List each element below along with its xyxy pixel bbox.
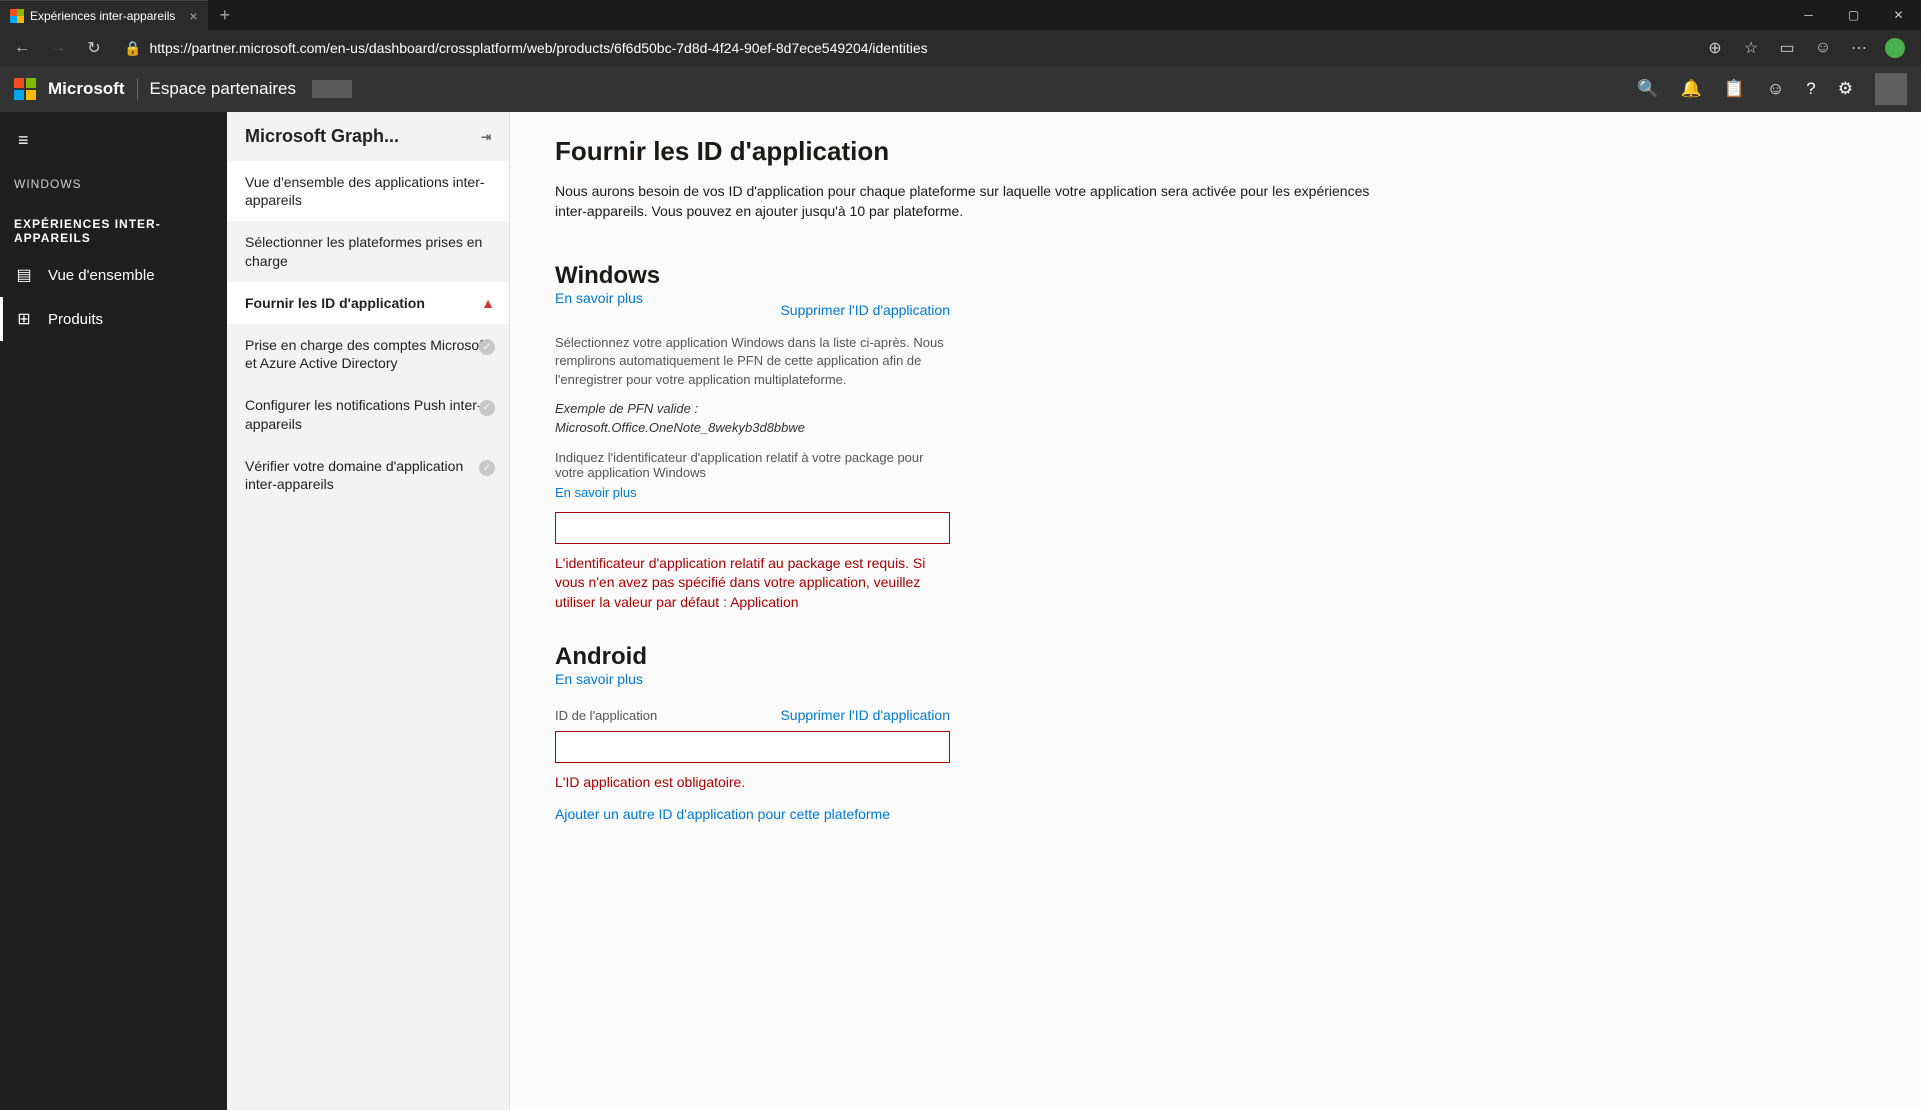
browser-toolbar: ← → ↻ 🔒 https://partner.microsoft.com/en… <box>0 30 1921 66</box>
profile-icon[interactable] <box>1881 34 1909 62</box>
refresh-button[interactable]: ↻ <box>80 34 108 62</box>
check-icon: ✓ <box>479 336 495 356</box>
minimize-button[interactable]: ─ <box>1786 0 1831 30</box>
intro-text: Nous aurons besoin de vos ID d'applicati… <box>555 181 1375 222</box>
zoom-icon[interactable]: ⊕ <box>1701 34 1729 62</box>
favorite-icon[interactable]: ☆ <box>1737 34 1765 62</box>
portal-name[interactable]: Espace partenaires <box>150 79 296 99</box>
windows-remove-link[interactable]: Supprimer l'ID d'application <box>780 302 950 318</box>
android-error: L'ID application est obligatoire. <box>555 773 950 793</box>
windows-example: Exemple de PFN valide : Microsoft.Office… <box>555 400 950 438</box>
feedback-icon[interactable]: ☺ <box>1809 34 1837 62</box>
microsoft-favicon <box>10 9 24 23</box>
tab-title: Expériences inter-appareils <box>30 9 175 23</box>
brand-text: Microsoft <box>48 79 125 99</box>
avatar[interactable] <box>1875 73 1907 105</box>
new-tab-button[interactable]: + <box>208 5 243 26</box>
diagnostics-icon[interactable]: 📋 <box>1724 79 1745 99</box>
collapse-icon[interactable]: ⇥ <box>481 130 491 144</box>
lock-icon: 🔒 <box>124 40 141 57</box>
platform-windows: Windows En savoir plus Supprimer l'ID d'… <box>555 262 1375 613</box>
nav-products[interactable]: ⊞ Produits <box>0 297 227 341</box>
windows-field-label: Indiquez l'identificateur d'application … <box>555 450 950 480</box>
windows-app-id-input[interactable] <box>555 512 950 544</box>
step-push[interactable]: Configurer les notifications Push inter-… <box>227 384 509 444</box>
windows-heading: Windows <box>555 262 1375 290</box>
search-icon[interactable]: 🔍 <box>1637 79 1658 99</box>
platform-android: Android En savoir plus ID de l'applicati… <box>555 643 1375 825</box>
step-app-ids[interactable]: Fournir les ID d'application ▲ <box>227 282 509 324</box>
windows-field-learn-more[interactable]: En savoir plus <box>555 485 637 500</box>
check-icon: ✓ <box>479 457 495 477</box>
secondary-sidebar: Microsoft Graph... ⇥ Vue d'ensemble des … <box>227 112 510 1110</box>
section-cross-device: EXPÉRIENCES INTER-APPAREILS <box>0 199 227 253</box>
hamburger-icon[interactable]: ≡ <box>0 122 227 159</box>
notifications-icon[interactable]: 🔔 <box>1681 79 1702 99</box>
primary-sidebar: ≡ WINDOWS EXPÉRIENCES INTER-APPAREILS ▤ … <box>0 112 227 1110</box>
nav-label: Vue d'ensemble <box>48 267 155 284</box>
redacted-label <box>312 80 352 98</box>
close-tab-icon[interactable]: × <box>189 8 197 24</box>
menu-icon[interactable]: ⋯ <box>1845 34 1873 62</box>
url-text: https://partner.microsoft.com/en-us/dash… <box>149 40 927 56</box>
collections-icon[interactable]: ▭ <box>1773 34 1801 62</box>
warning-icon: ▲ <box>481 294 495 312</box>
close-window-button[interactable]: ✕ <box>1876 0 1921 30</box>
nav-label: Produits <box>48 311 103 328</box>
help-icon[interactable]: ? <box>1806 79 1815 99</box>
main-content: Fournir les ID d'application Nous aurons… <box>510 112 1921 1110</box>
section-windows: WINDOWS <box>0 159 227 199</box>
microsoft-logo <box>14 78 36 100</box>
android-learn-more-link[interactable]: En savoir plus <box>555 671 643 687</box>
android-app-id-input[interactable] <box>555 731 950 763</box>
step-domain[interactable]: Vérifier votre domaine d'application int… <box>227 445 509 505</box>
secondary-sidebar-header: Microsoft Graph... ⇥ <box>227 112 509 161</box>
browser-tab[interactable]: Expériences inter-appareils × <box>0 0 208 30</box>
divider <box>137 78 138 100</box>
maximize-button[interactable]: ▢ <box>1831 0 1876 30</box>
products-icon: ⊞ <box>14 309 34 329</box>
partner-header: Microsoft Espace partenaires 🔍 🔔 📋 ☺ ? ⚙ <box>0 66 1921 112</box>
address-bar[interactable]: 🔒 https://partner.microsoft.com/en-us/da… <box>116 40 1693 57</box>
back-button[interactable]: ← <box>8 34 36 62</box>
browser-titlebar: Expériences inter-appareils × + ─ ▢ ✕ <box>0 0 1921 30</box>
windows-error: L'identificateur d'application relatif a… <box>555 554 950 613</box>
feedback-icon[interactable]: ☺ <box>1767 79 1784 99</box>
windows-help: Sélectionnez votre application Windows d… <box>555 334 950 391</box>
step-platforms[interactable]: Sélectionner les plateformes prises en c… <box>227 221 509 281</box>
android-field-label: ID de l'application <box>555 708 657 723</box>
page-title: Fournir les ID d'application <box>555 136 1876 167</box>
windows-learn-more-link[interactable]: En savoir plus <box>555 290 643 306</box>
secondary-sidebar-title: Microsoft Graph... <box>245 126 399 147</box>
step-overview[interactable]: Vue d'ensemble des applications inter-ap… <box>227 161 509 221</box>
android-add-another-link[interactable]: Ajouter un autre ID d'application pour c… <box>555 806 890 822</box>
forward-button: → <box>44 34 72 62</box>
nav-overview[interactable]: ▤ Vue d'ensemble <box>0 253 227 297</box>
overview-icon: ▤ <box>14 265 34 285</box>
android-heading: Android <box>555 643 1375 671</box>
check-icon: ✓ <box>479 396 495 416</box>
step-msa-aad[interactable]: Prise en charge des comptes Microsoft et… <box>227 324 509 384</box>
settings-icon[interactable]: ⚙ <box>1838 79 1853 99</box>
android-remove-link[interactable]: Supprimer l'ID d'application <box>780 707 950 723</box>
